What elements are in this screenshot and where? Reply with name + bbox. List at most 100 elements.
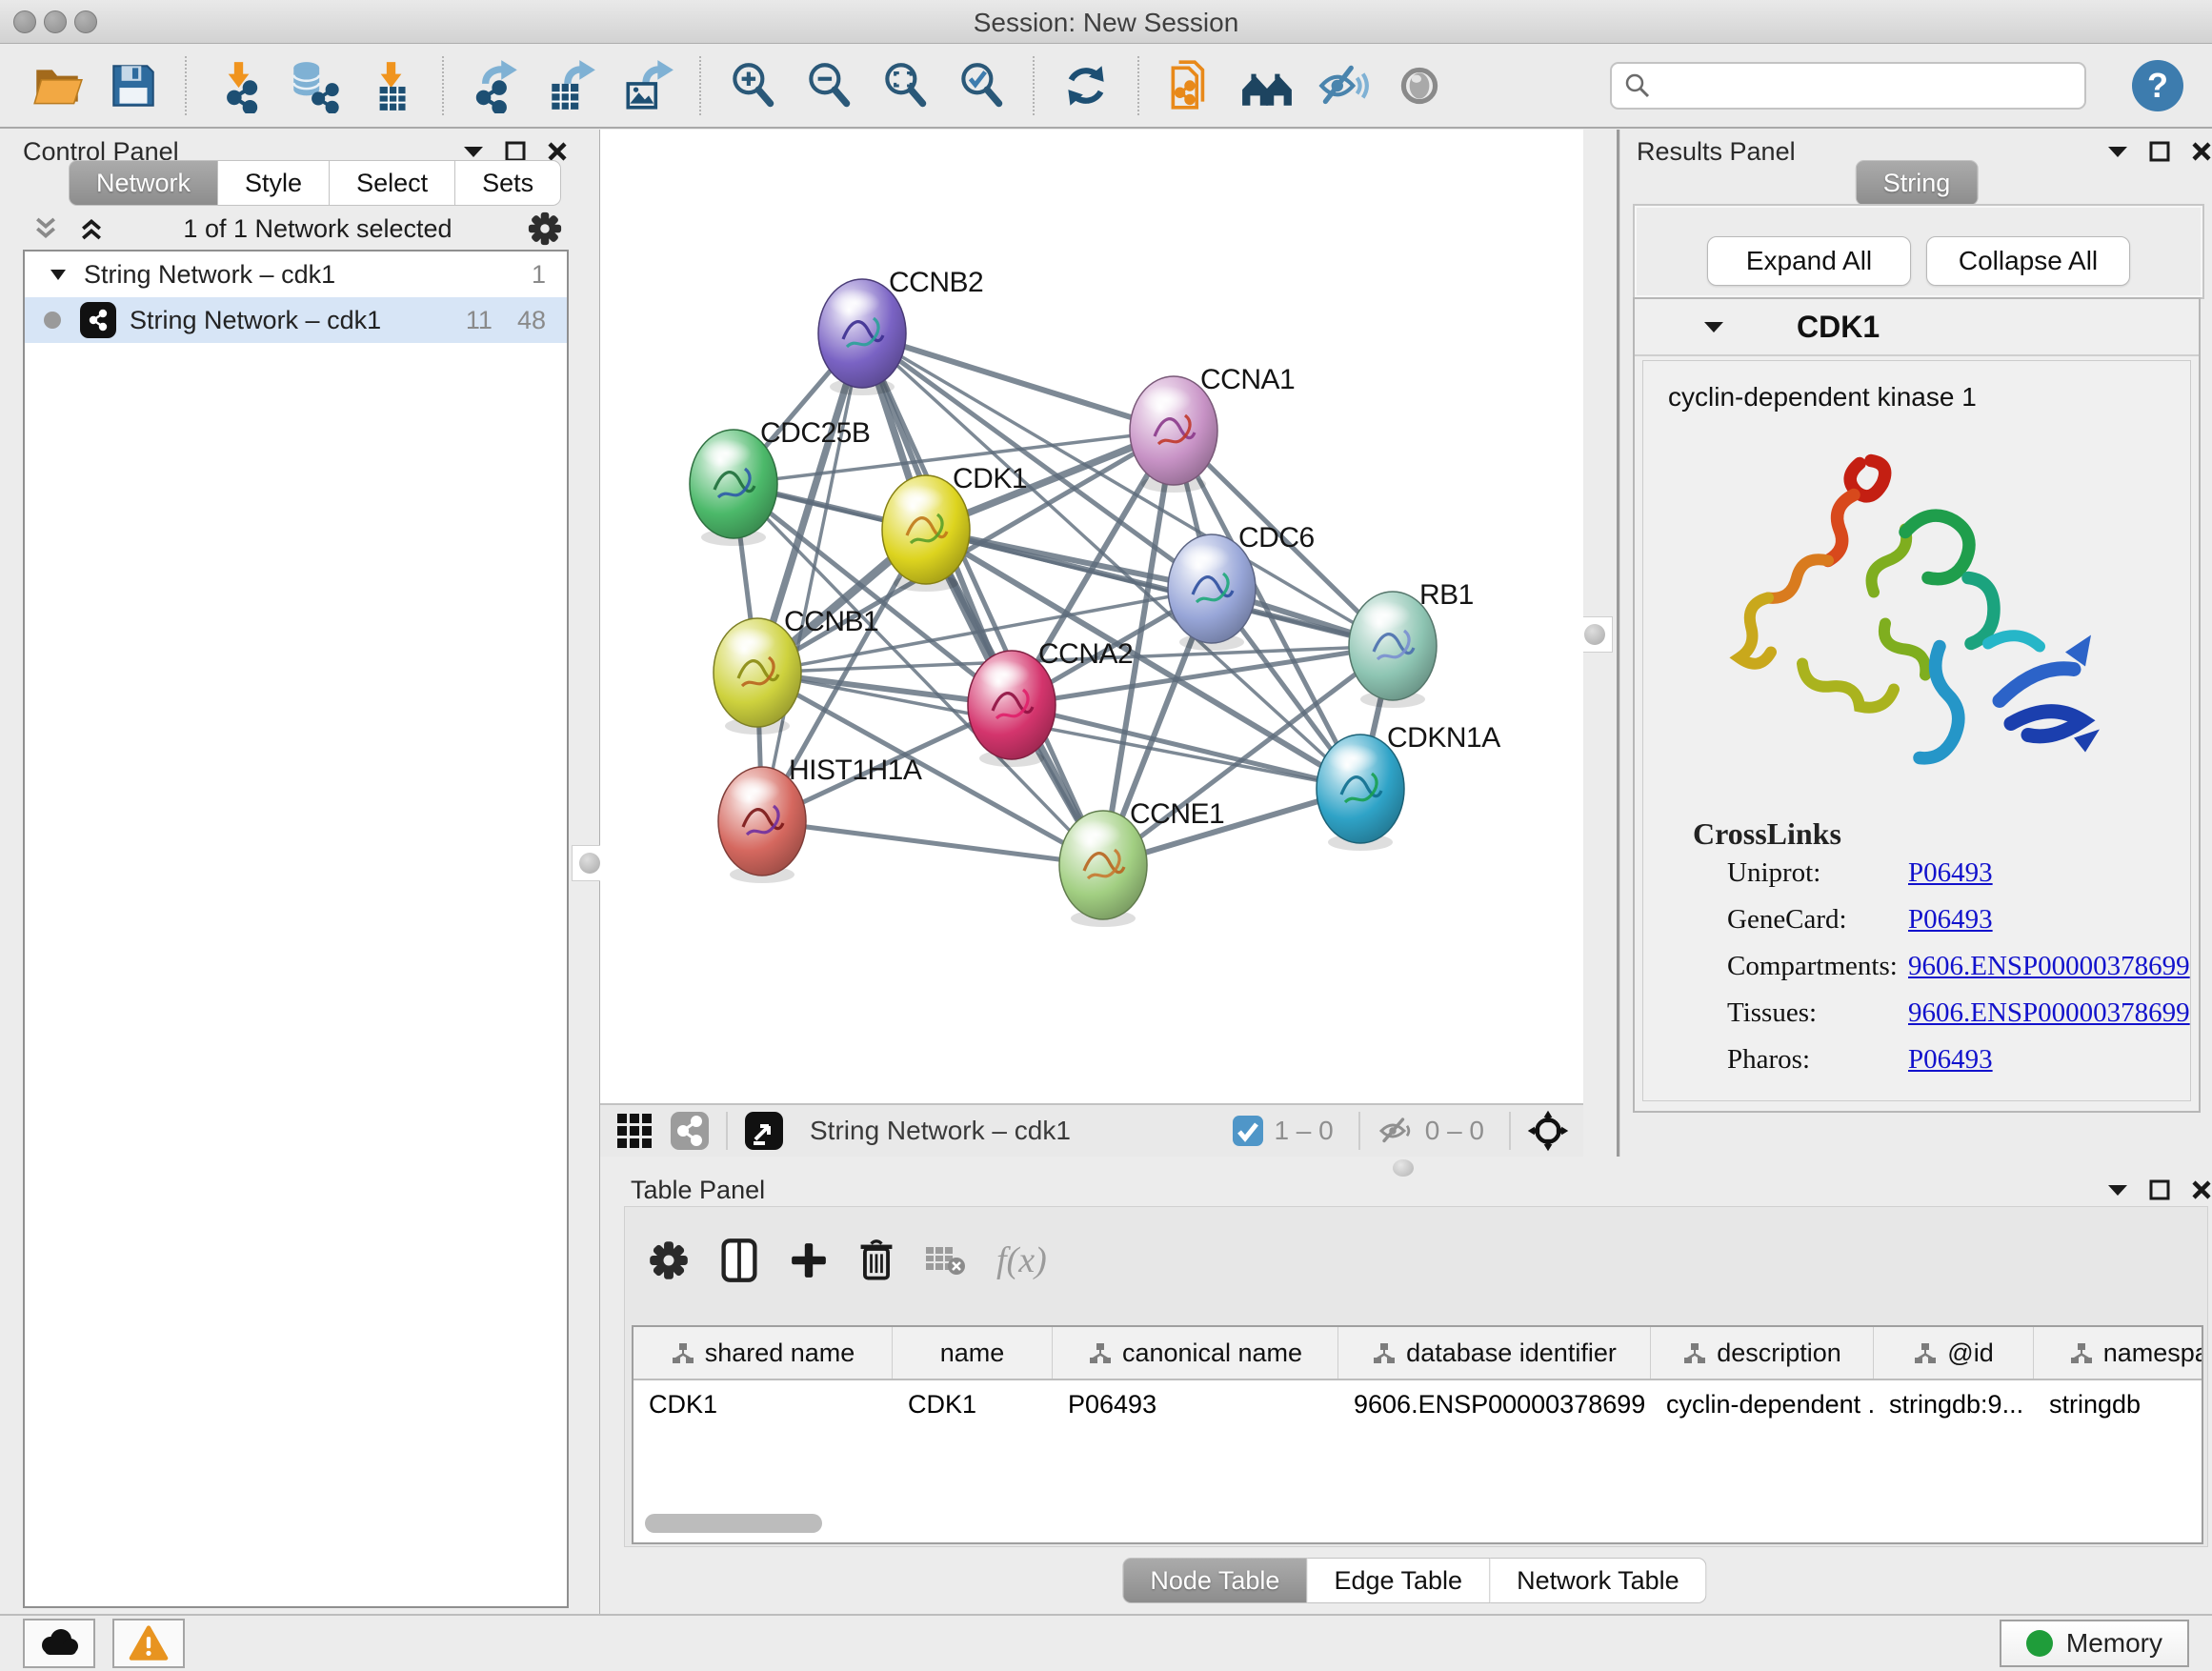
results-buttons-box: Expand All Collapse All (1633, 204, 2204, 299)
tab-edge-table[interactable]: Edge Table (1307, 1558, 1490, 1603)
crosslink-link[interactable]: P06493 (1908, 904, 1993, 936)
network-view-icon[interactable] (669, 1110, 711, 1152)
export-table-icon[interactable] (544, 58, 599, 113)
column-header-description[interactable]: description (1651, 1327, 1874, 1379)
crosslink-link[interactable]: 9606.ENSP00000378699 (1908, 997, 2190, 1029)
search-field[interactable] (1610, 62, 2086, 110)
shared-column-icon (1913, 1341, 1938, 1364)
memory-button[interactable]: Memory (2000, 1620, 2189, 1667)
expand-all-button[interactable]: Expand All (1707, 236, 1911, 286)
tab-network-table[interactable]: Network Table (1490, 1558, 1707, 1603)
column-header-namespace[interactable]: namespace (2034, 1327, 2203, 1379)
tab-network[interactable]: Network (69, 160, 218, 206)
close-panel-icon[interactable] (547, 141, 568, 162)
birds-eye-icon[interactable] (1526, 1109, 1570, 1153)
collapse-panel-icon[interactable] (463, 145, 484, 158)
homes-icon[interactable] (1239, 58, 1295, 113)
orb-icon[interactable] (1392, 58, 1447, 113)
table-cell[interactable]: CDK1 (893, 1380, 1053, 1430)
column-header-name[interactable]: name (893, 1327, 1053, 1379)
hide-eye-icon[interactable] (1316, 58, 1371, 113)
zoom-in-icon[interactable] (725, 58, 780, 113)
cloud-button[interactable] (23, 1619, 95, 1668)
column-header-shared-name[interactable]: shared name (633, 1327, 893, 1379)
search-input[interactable] (1652, 70, 2073, 101)
horizontal-scrollbar[interactable] (645, 1514, 822, 1533)
gear-icon[interactable] (648, 1239, 690, 1281)
collapse-panel-icon[interactable] (2107, 1183, 2128, 1197)
tab-sets[interactable]: Sets (455, 160, 561, 206)
open-folder-icon[interactable] (30, 58, 85, 113)
status-bar: Memory (0, 1614, 2212, 1671)
tab-string[interactable]: String (1856, 160, 1979, 206)
grid-view-icon[interactable] (613, 1110, 655, 1152)
close-panel-icon[interactable] (2191, 1179, 2212, 1200)
network-canvas[interactable]: CCNB2CCNA1CDC25BCDK1CDC6RB1CCNB1CCNA2CDK… (600, 130, 1583, 1103)
export-image-icon[interactable] (620, 58, 675, 113)
current-network-dot-icon (44, 312, 61, 329)
delete-table-icon[interactable] (924, 1243, 968, 1278)
tree-expander-icon[interactable] (50, 269, 67, 281)
protein-card-header[interactable]: CDK1 (1635, 299, 2199, 356)
close-panel-icon[interactable] (2191, 141, 2212, 162)
collapse-panel-icon[interactable] (2107, 145, 2128, 158)
share-file-icon[interactable] (1163, 58, 1218, 113)
horizontal-splitter-grip[interactable] (1393, 1159, 1414, 1177)
import-table-icon[interactable] (363, 58, 418, 113)
import-database-icon[interactable] (287, 58, 342, 113)
function-builder-icon[interactable]: f(x) (996, 1239, 1047, 1281)
network-graph[interactable]: CCNB2CCNA1CDC25BCDK1CDC6RB1CCNB1CCNA2CDK… (600, 130, 1583, 1103)
float-panel-icon[interactable] (2149, 1179, 2170, 1200)
column-label: database identifier (1406, 1339, 1617, 1368)
table-cell[interactable]: 9606.ENSP00000378699 (1338, 1380, 1651, 1430)
tab-select[interactable]: Select (330, 160, 455, 206)
hidden-eye-icon[interactable] (1376, 1114, 1416, 1148)
expand-all-icon[interactable] (30, 214, 61, 243)
export-network-icon[interactable] (468, 58, 523, 113)
table-cell[interactable]: P06493 (1053, 1380, 1338, 1430)
refresh-layout-icon[interactable] (1058, 58, 1114, 113)
crosslink-link[interactable]: 9606.ENSP00000378699 (1908, 951, 2190, 982)
right-splitter[interactable] (1617, 130, 1620, 1157)
column-label: @id (1947, 1339, 1993, 1368)
column-header-canonical-name[interactable]: canonical name (1053, 1327, 1338, 1379)
add-column-icon[interactable] (789, 1240, 829, 1280)
tab-style[interactable]: Style (218, 160, 330, 206)
save-icon[interactable] (106, 58, 161, 113)
detach-view-icon[interactable] (743, 1110, 785, 1152)
zoom-out-icon[interactable] (801, 58, 856, 113)
node-label-rb1: RB1 (1419, 579, 1474, 611)
collapse-section-icon[interactable] (1703, 320, 1724, 333)
network-collection-row[interactable]: String Network – cdk1 1 (25, 252, 567, 297)
table-row[interactable]: CDK1CDK1P064939606.ENSP00000378699cyclin… (633, 1380, 2202, 1430)
network-edge[interactable] (862, 333, 1174, 431)
float-panel-icon[interactable] (505, 141, 526, 162)
gear-icon[interactable] (527, 211, 563, 247)
zoom-selected-icon[interactable] (954, 58, 1009, 113)
help-icon[interactable]: ? (2132, 60, 2183, 111)
network-edge[interactable] (762, 821, 1103, 865)
collapse-all-button[interactable]: Collapse All (1926, 236, 2130, 286)
zoom-fit-icon[interactable] (877, 58, 933, 113)
column-label: name (940, 1339, 1005, 1368)
columns-icon[interactable] (718, 1238, 760, 1283)
crosslink-link[interactable]: P06493 (1908, 857, 1993, 889)
column-header--id[interactable]: @id (1874, 1327, 2034, 1379)
import-network-icon[interactable] (211, 58, 266, 113)
crosslink-label: Compartments: (1727, 951, 1908, 982)
collapse-all-icon[interactable] (76, 214, 107, 243)
toolbar-separator (1509, 1112, 1511, 1150)
table-cell[interactable]: cyclin-dependent ... (1651, 1380, 1874, 1430)
table-cell[interactable]: stringdb:9... (1874, 1380, 2034, 1430)
table-cell[interactable]: CDK1 (633, 1380, 893, 1430)
tab-node-table[interactable]: Node Table (1122, 1558, 1307, 1603)
network-row-selected[interactable]: String Network – cdk1 11 48 (25, 297, 567, 343)
warning-button[interactable] (112, 1619, 185, 1668)
table-cell[interactable]: stringdb (2034, 1380, 2203, 1430)
selected-checkbox-icon[interactable] (1232, 1115, 1264, 1147)
float-panel-icon[interactable] (2149, 141, 2170, 162)
network-edge[interactable] (762, 333, 862, 821)
column-header-database-identifier[interactable]: database identifier (1338, 1327, 1651, 1379)
delete-column-icon[interactable] (857, 1238, 895, 1282)
crosslink-link[interactable]: P06493 (1908, 1044, 1993, 1076)
